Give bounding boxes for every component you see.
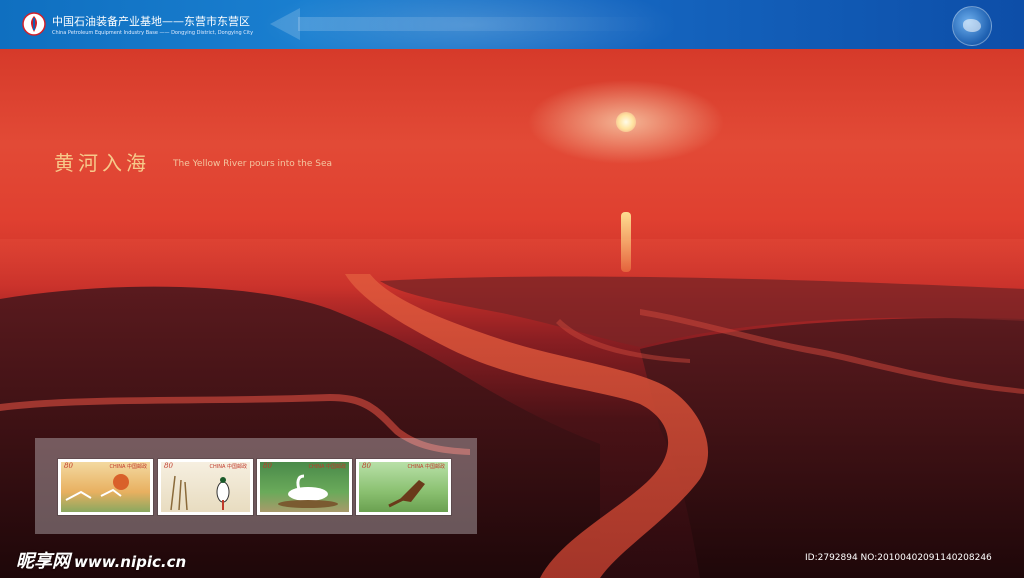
stamp-value: 80: [164, 462, 173, 470]
brand-title-cn: 中国石油装备产业基地——东营市东营区: [52, 15, 250, 28]
globe-icon: [952, 6, 992, 46]
stamp-swan: 80 CHINA 中国邮政: [257, 459, 352, 515]
stamps-panel: 80 CHINA 中国邮政 80 CHINA 中国邮政 80 CHINA 中国邮…: [35, 438, 477, 534]
stamp-country: CHINA 中国邮政: [209, 464, 247, 470]
stamp-value: 80: [64, 462, 73, 470]
site-url: www.nipic.cn: [74, 553, 187, 571]
scene-title-en: The Yellow River pours into the Sea: [173, 159, 333, 169]
brand-title-en: China Petroleum Equipment Industry Base …: [52, 30, 254, 36]
image-id-line: ID:2792894 NO:20100402091140208246: [805, 553, 992, 563]
petroleum-logo-icon: [22, 12, 46, 36]
stamp-value: 80: [362, 462, 371, 470]
stamp-country: CHINA 中国邮政: [308, 464, 346, 470]
stamp-country: CHINA 中国邮政: [109, 464, 147, 470]
header-bar: 中国石油装备产业基地——东营市东营区 China Petroleum Equip…: [0, 0, 1024, 49]
stamp-reeds: 80 CHINA 中国邮政: [158, 459, 253, 515]
arrow-shape: [270, 8, 300, 40]
site-watermark: 昵享网 www.nipic.cn: [16, 547, 186, 573]
globe-land: [963, 19, 981, 32]
site-name-cn: 昵享网: [16, 551, 70, 572]
stamp-value: 80: [263, 462, 272, 470]
scene-title-cn: 黄河入海: [54, 151, 150, 175]
arrow-body: [298, 17, 658, 31]
sun-reflection: [621, 212, 631, 272]
stamp-eagle: 80 CHINA 中国邮政: [356, 459, 451, 515]
stamp-cranes: 80 CHINA 中国邮政: [58, 459, 153, 515]
stamp-country: CHINA 中国邮政: [407, 464, 445, 470]
